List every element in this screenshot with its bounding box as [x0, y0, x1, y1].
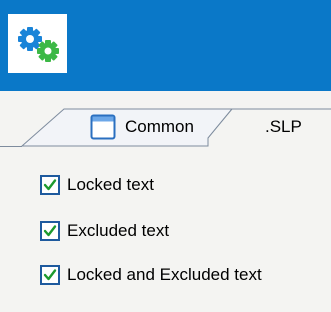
- app-icon: [8, 14, 67, 73]
- app-header: [0, 0, 331, 91]
- excluded-text-label: Excluded text: [67, 221, 170, 240]
- gears-icon: [18, 27, 59, 62]
- checkmark-icon: [43, 179, 57, 191]
- locked-and-excluded-text-label: Locked and Excluded text: [67, 265, 262, 284]
- option-locked-text[interactable]: Locked text: [40, 174, 154, 196]
- option-excluded-text[interactable]: Excluded text: [40, 220, 169, 242]
- checkmark-icon: [43, 269, 57, 281]
- tab-slp-label: .SLP: [265, 117, 302, 136]
- tab-common-label: Common: [125, 117, 194, 136]
- window-icon: [90, 114, 116, 140]
- options-panel: Common .SLP Locked text Excluded text Lo…: [0, 91, 331, 312]
- checkmark-icon: [43, 225, 57, 237]
- locked-text-label: Locked text: [67, 175, 154, 194]
- excluded-text-checkbox[interactable]: [40, 221, 60, 241]
- locked-text-checkbox[interactable]: [40, 175, 60, 195]
- option-locked-and-excluded-text[interactable]: Locked and Excluded text: [40, 264, 262, 286]
- locked-and-excluded-text-checkbox[interactable]: [40, 265, 60, 285]
